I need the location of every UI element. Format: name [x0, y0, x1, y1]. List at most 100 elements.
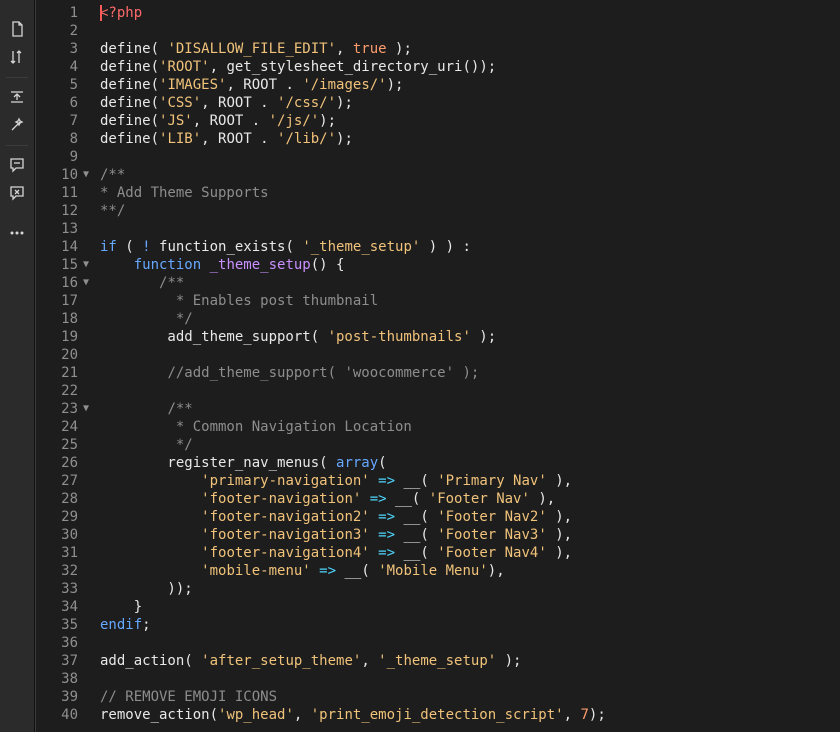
code-line[interactable] — [100, 382, 840, 400]
code-line[interactable]: <?php — [100, 4, 840, 22]
fold-toggle-icon[interactable]: ▼ — [83, 400, 89, 418]
code-line[interactable]: define('JS', ROOT . '/js/'); — [100, 112, 840, 130]
code-line[interactable]: endif; — [100, 616, 840, 634]
code-line[interactable]: //add_theme_support( 'woocommerce' ); — [100, 364, 840, 382]
code-line[interactable] — [100, 634, 840, 652]
code-token: // REMOVE EMOJI ICONS — [100, 689, 278, 705]
code-line[interactable]: 'footer-navigation' => __( 'Footer Nav' … — [100, 490, 840, 508]
code-line[interactable]: } — [100, 598, 840, 616]
code-token: __( — [395, 509, 438, 525]
code-line[interactable]: define('LIB', ROOT . '/lib/'); — [100, 130, 840, 148]
line-number-label: 8 — [69, 131, 78, 147]
code-token: ; — [142, 617, 151, 633]
line-number-gutter: 1 2 3 4 5 6 7 8 9 10 ▼ 11 12 13 14 15 ▼ 16 ▼ 17 18 19 20 21 22 23… — [36, 4, 96, 724]
line-number: 31 — [36, 544, 96, 562]
code-editor[interactable]: 1 2 3 4 5 6 7 8 9 10 ▼ 11 12 13 14 15 ▼ 16 ▼ 17 18 19 20 21 22 23… — [35, 0, 840, 732]
code-line[interactable]: add_theme_support( 'post-thumbnails' ); — [100, 328, 840, 346]
code-token: ! — [142, 239, 151, 255]
code-line[interactable]: * Add Theme Supports — [100, 184, 840, 202]
code-token: define( — [100, 95, 160, 111]
code-line[interactable]: */ — [100, 436, 840, 454]
code-token: , — [361, 653, 379, 669]
code-line[interactable]: /** — [100, 166, 840, 184]
code-line[interactable]: 'mobile-menu' => __( 'Mobile Menu'), — [100, 562, 840, 580]
code-token: 'primary-navigation' — [201, 473, 370, 489]
code-token: 'JS' — [159, 113, 193, 129]
line-number: 15 ▼ — [36, 256, 96, 274]
line-number-label: 35 — [61, 617, 78, 633]
line-number: 3 — [36, 40, 96, 58]
code-token: register_nav_menus( — [100, 455, 337, 471]
code-line[interactable]: remove_action('wp_head', 'print_emoji_de… — [100, 706, 840, 724]
code-token: 'mobile-menu' — [201, 563, 311, 579]
code-token: define( — [100, 41, 168, 57]
uncomment-icon[interactable] — [8, 184, 26, 202]
line-number: 8 — [36, 130, 96, 148]
line-number-label: 23 — [61, 401, 78, 417]
code-token: ), — [546, 527, 573, 543]
code-line[interactable]: 'footer-navigation2' => __( 'Footer Nav2… — [100, 508, 840, 526]
line-number: 32 — [36, 562, 96, 580]
code-line[interactable] — [100, 220, 840, 238]
code-token: ); — [336, 131, 353, 147]
line-number: 39 — [36, 688, 96, 706]
code-line[interactable]: define( 'DISALLOW_FILE_EDIT', true ); — [100, 40, 840, 58]
code-lines[interactable]: <?php define( 'DISALLOW_FILE_EDIT', true … — [100, 4, 840, 724]
code-line[interactable]: **/ — [100, 202, 840, 220]
more-icon[interactable] — [8, 224, 26, 242]
fold-toggle-icon[interactable]: ▼ — [83, 274, 89, 292]
code-line[interactable]: * Enables post thumbnail — [100, 292, 840, 310]
code-line[interactable]: define('ROOT', get_stylesheet_directory_… — [100, 58, 840, 76]
line-number: 4 — [36, 58, 96, 76]
code-token: _theme_setup — [209, 257, 311, 273]
code-token: } — [100, 599, 143, 615]
line-number: 16 ▼ — [36, 274, 96, 292]
indent-icon[interactable] — [8, 88, 26, 106]
code-token: /** — [167, 401, 193, 417]
code-line[interactable]: */ — [100, 310, 840, 328]
comment-icon[interactable] — [8, 156, 26, 174]
code-line[interactable]: add_action( 'after_setup_theme', '_theme… — [100, 652, 840, 670]
code-line[interactable]: // REMOVE EMOJI ICONS — [100, 688, 840, 706]
code-line[interactable]: define('IMAGES', ROOT . '/images/'); — [100, 76, 840, 94]
code-line[interactable]: /** — [100, 274, 840, 292]
code-line[interactable]: function _theme_setup() { — [100, 256, 840, 274]
code-line[interactable]: /** — [100, 400, 840, 418]
line-number: 24 — [36, 418, 96, 436]
code-token: 'LIB' — [159, 131, 202, 147]
code-token: '/css/' — [277, 95, 337, 111]
sort-icon[interactable] — [8, 48, 26, 66]
code-token: 'ROOT' — [159, 59, 210, 75]
line-number-label: 4 — [69, 59, 78, 75]
line-number: 40 — [36, 706, 96, 724]
code-token: 'footer-navigation3' — [201, 527, 370, 543]
code-token: /** — [159, 275, 185, 291]
code-line[interactable] — [100, 22, 840, 40]
code-token: 'Footer Nav3' — [437, 527, 547, 543]
code-line[interactable]: 'footer-navigation4' => __( 'Footer Nav4… — [100, 544, 840, 562]
code-token: 7 — [580, 707, 589, 723]
code-line[interactable]: 'primary-navigation' => __( 'Primary Nav… — [100, 472, 840, 490]
code-line[interactable] — [100, 670, 840, 688]
line-number: 2 — [36, 22, 96, 40]
code-line[interactable]: define('CSS', ROOT . '/css/'); — [100, 94, 840, 112]
code-token: * Add Theme Supports — [100, 185, 269, 201]
code-line[interactable]: )); — [100, 580, 840, 598]
line-number-label: 18 — [61, 311, 78, 327]
code-token: ) ) : — [420, 239, 471, 255]
fold-toggle-icon[interactable]: ▼ — [83, 166, 89, 184]
file-icon[interactable] — [8, 20, 26, 38]
line-number-label: 14 — [61, 239, 78, 255]
code-token: //add_theme_support( 'woocommerce' ); — [167, 365, 480, 381]
wand-icon[interactable] — [8, 116, 26, 134]
code-line[interactable]: if ( ! function_exists( '_theme_setup' )… — [100, 238, 840, 256]
code-line[interactable] — [100, 346, 840, 364]
fold-toggle-icon[interactable]: ▼ — [83, 256, 89, 274]
code-line[interactable]: register_nav_menus( array( — [100, 454, 840, 472]
code-line[interactable]: 'footer-navigation3' => __( 'Footer Nav3… — [100, 526, 840, 544]
code-line[interactable]: * Common Navigation Location — [100, 418, 840, 436]
code-line[interactable] — [100, 148, 840, 166]
